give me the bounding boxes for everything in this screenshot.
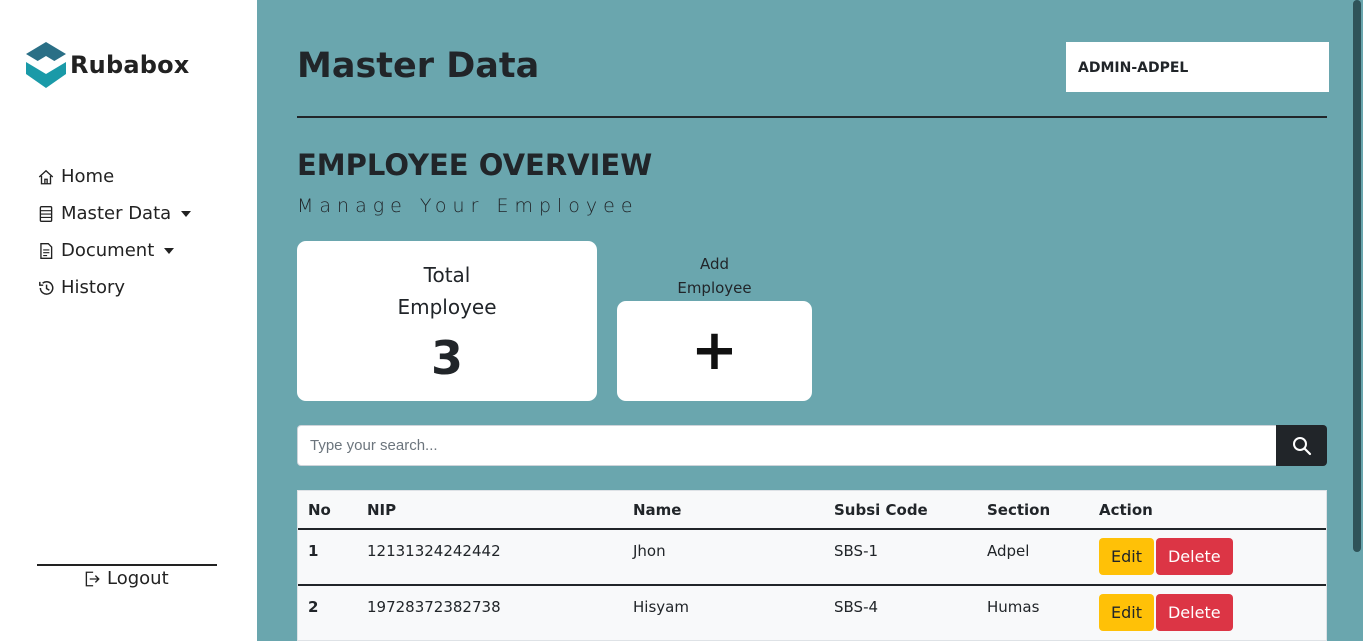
user-badge[interactable]: ADMIN-ADPEL (1066, 42, 1329, 92)
sidebar-item-master-data[interactable]: Master Data (37, 195, 192, 232)
search-input[interactable] (297, 425, 1277, 466)
column-header-section: Section (977, 491, 1089, 530)
cell-nip: 19728372382738 (357, 585, 623, 640)
house-icon (38, 169, 54, 184)
title-divider (297, 116, 1327, 118)
logout-label: Logout (107, 568, 169, 589)
sidebar-nav: Home Master Data Document History (37, 158, 192, 306)
brand-name: Rubabox (70, 51, 190, 79)
search-icon (1292, 436, 1311, 455)
delete-button[interactable]: Delete (1155, 594, 1233, 631)
column-header-action: Action (1089, 491, 1326, 530)
cell-action: Edit Delete (1089, 529, 1326, 586)
column-header-nip: NIP (357, 491, 623, 530)
total-label-line-2: Employee (397, 295, 497, 319)
employee-table: No NIP Name Subsi Code Section Action 1 … (297, 490, 1327, 641)
cell-no: 1 (298, 529, 357, 586)
sidebar-item-label: Home (61, 166, 115, 187)
add-label-line-1: Add (699, 255, 730, 273)
page-title: Master Data (297, 46, 540, 86)
plus-icon: + (691, 318, 738, 383)
search-button[interactable] (1276, 425, 1327, 466)
column-header-no: No (298, 491, 357, 530)
add-employee-button[interactable]: + (617, 301, 812, 401)
cell-section: Humas (977, 585, 1089, 640)
column-header-subsi-code: Subsi Code (824, 491, 977, 530)
document-icon (40, 242, 53, 259)
section-subtitle: Manage Your Employee (297, 195, 639, 217)
database-icon (39, 205, 53, 222)
cell-nip: 12131324242442 (357, 529, 623, 586)
table-row: 2 19728372382738 Hisyam SBS-4 Humas Edit… (298, 585, 1326, 640)
sidebar-item-home[interactable]: Home (37, 158, 191, 195)
sidebar-item-label: Master Data (61, 203, 172, 224)
caret-down-icon (164, 247, 175, 254)
caret-down-icon (181, 210, 192, 217)
total-label-line-1: Total (423, 263, 471, 287)
sidebar-item-history[interactable]: History (37, 269, 191, 306)
cell-name: Jhon (623, 529, 824, 586)
section-title: EMPLOYEE OVERVIEW (297, 148, 653, 182)
table-row: 1 12131324242442 Jhon SBS-1 Adpel Edit De… (298, 529, 1326, 586)
sidebar: Rubabox Home Master Data Document Histor… (0, 0, 257, 641)
sidebar-item-label: Document (61, 240, 155, 261)
history-icon (39, 280, 54, 295)
logout-button[interactable]: Logout (83, 568, 169, 589)
sidebar-divider (37, 564, 217, 566)
add-label-line-2: Employee (677, 279, 752, 297)
cell-subsi-code: SBS-4 (824, 585, 977, 640)
brand-logo[interactable]: Rubabox (22, 40, 190, 90)
cell-action: Edit Delete (1089, 585, 1326, 640)
edit-button[interactable]: Edit (1099, 594, 1154, 631)
total-employee-card: Total Employee 3 (297, 241, 597, 401)
edit-button[interactable]: Edit (1099, 538, 1154, 575)
total-employee-label: Total Employee (297, 259, 597, 323)
cell-subsi-code: SBS-1 (824, 529, 977, 586)
cell-section: Adpel (977, 529, 1089, 586)
total-employee-count: 3 (430, 331, 463, 385)
sidebar-item-document[interactable]: Document (37, 232, 191, 269)
logout-icon (85, 571, 100, 586)
page-scrollbar[interactable] (1353, 0, 1361, 552)
table-header-row: No NIP Name Subsi Code Section Action (298, 491, 1326, 530)
cell-no: 2 (298, 585, 357, 640)
cell-name: Hisyam (623, 585, 824, 640)
column-header-name: Name (623, 491, 824, 530)
cube-logo-icon (26, 42, 66, 88)
delete-button[interactable]: Delete (1155, 538, 1233, 575)
add-employee-label: Add Employee (617, 252, 812, 300)
sidebar-item-label: History (61, 277, 126, 298)
